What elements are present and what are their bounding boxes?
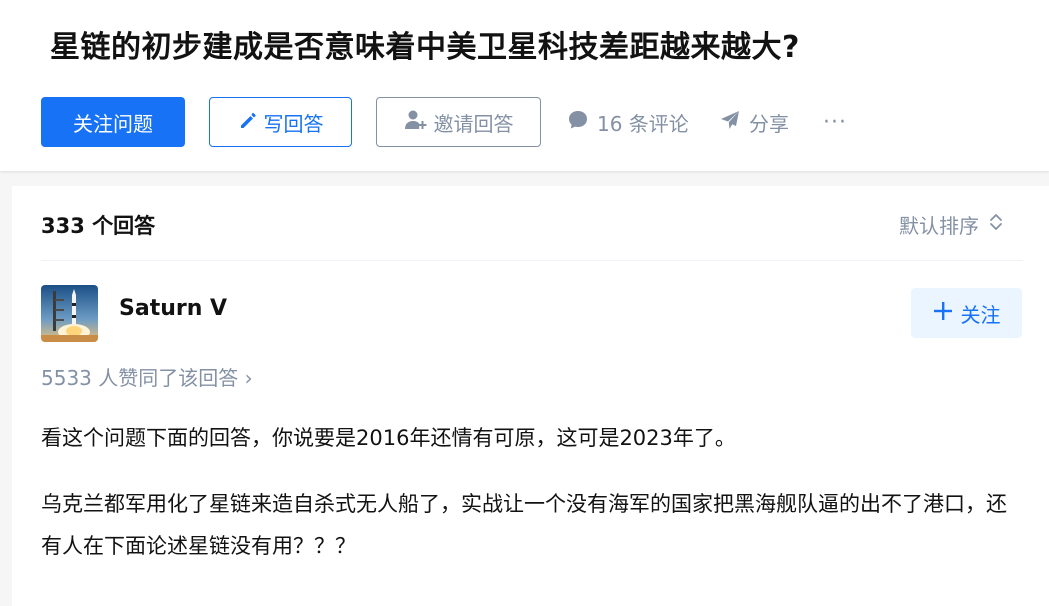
more-label: ··· (823, 109, 847, 135)
follow-author-button[interactable]: 关注 (911, 288, 1022, 338)
comments-button[interactable]: 16 条评论 (567, 97, 689, 147)
question-header: 星链的初步建成是否意味着中美卫星科技差距越来越大? 关注问题 写回答 邀请回答 … (0, 0, 1049, 171)
follow-question-button[interactable]: 关注问题 (41, 97, 185, 147)
share-button[interactable]: 分享 (719, 97, 789, 147)
paper-plane-icon (719, 109, 749, 136)
sort-label: 默认排序 (899, 214, 979, 238)
share-label: 分享 (749, 111, 789, 136)
pencil-icon (238, 110, 264, 135)
upvote-info-link[interactable]: 5533 人赞同了该回答 › (41, 362, 253, 391)
sort-toggle[interactable]: 默认排序 (899, 210, 1003, 239)
follow-question-label: 关注问题 (73, 111, 153, 136)
follow-author-label: 关注 (960, 302, 1001, 327)
invite-answer-label: 邀请回答 (433, 111, 514, 136)
invite-answer-button[interactable]: 邀请回答 (376, 97, 541, 147)
divider (41, 260, 1023, 261)
write-answer-label: 写回答 (263, 111, 324, 136)
author-name[interactable]: Saturn V (119, 296, 227, 321)
answer-paragraph: 看这个问题下面的回答，你说要是2016年还情有可原，这可是2023年了。 (41, 426, 736, 450)
question-title: 星链的初步建成是否意味着中美卫星科技差距越来越大? (50, 30, 800, 65)
plus-icon (933, 301, 961, 326)
write-answer-button[interactable]: 写回答 (209, 97, 352, 147)
avatar[interactable] (41, 285, 98, 342)
answers-card: 333 个回答 默认排序 Saturn V 关注 5533 人赞同了该回答 › … (12, 186, 1049, 606)
comment-bubble-icon (567, 109, 597, 136)
answers-count: 333 个回答 (41, 214, 156, 238)
add-person-icon (404, 109, 434, 136)
more-button[interactable]: ··· (823, 97, 847, 147)
comments-label: 16 条评论 (597, 111, 689, 136)
sort-updown-icon (979, 212, 1003, 237)
answer-paragraph: 乌克兰都军用化了星链来造自杀式无人船了，实战让一个没有海军的国家把黑海舰队逼的出… (41, 492, 1007, 558)
